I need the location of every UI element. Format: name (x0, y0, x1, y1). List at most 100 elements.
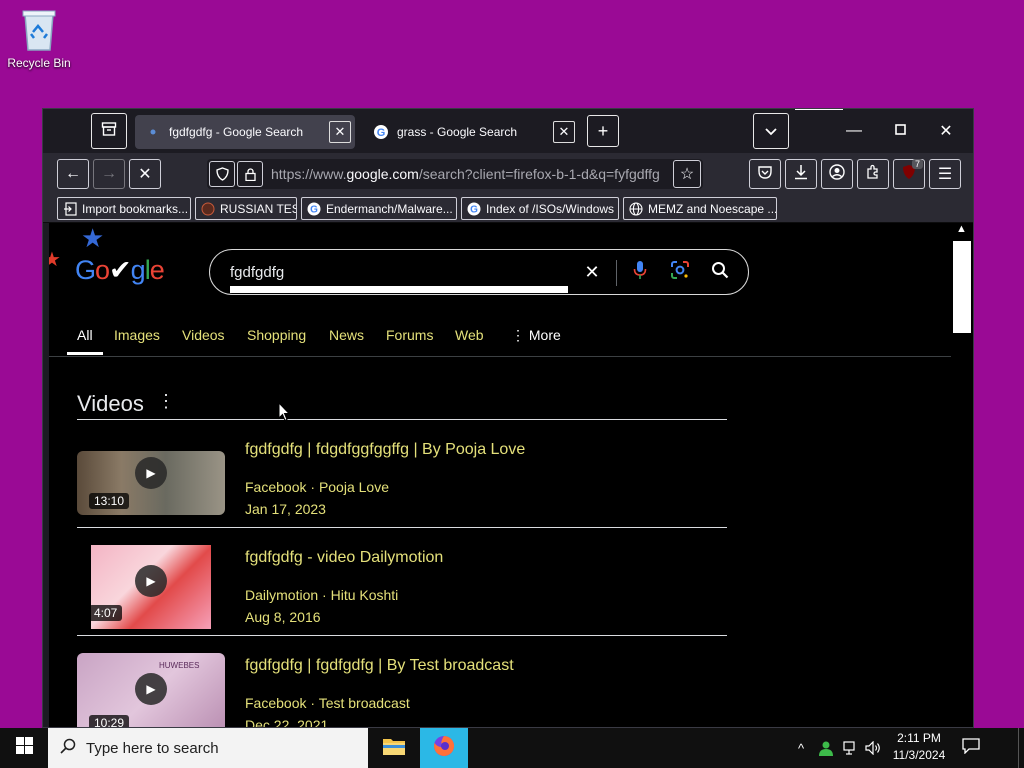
bookmark-isos-windows[interactable]: G Index of /ISOs/Windows (461, 197, 619, 220)
minimize-icon: — (846, 122, 862, 139)
google-favicon-icon: G (373, 124, 389, 140)
taskbar-search-box[interactable]: Type here to search (48, 728, 368, 768)
google-results-page: ★ ★ Go✔gle fgdfgdfg ✕ All Images Videos (49, 223, 951, 727)
search-by-image-button[interactable] (668, 260, 692, 284)
tab-images[interactable]: Images (114, 327, 160, 343)
search-type-tabs: All Images Videos Shopping News Forums W… (49, 321, 951, 357)
bookmark-star-button[interactable]: ☆ (673, 160, 701, 188)
scrollbar-thumb[interactable] (953, 241, 971, 333)
video-result[interactable]: ▶ 13:10 fgdfgdfg | fdgdfggfggffg | By Po… (77, 441, 727, 541)
tab-forums[interactable]: Forums (386, 327, 433, 343)
start-button[interactable] (0, 728, 48, 768)
recycle-bin-shortcut[interactable]: Recycle Bin (4, 8, 74, 70)
lock-icon[interactable] (237, 161, 263, 187)
address-bar[interactable]: https://www.google.com/search?client=fir… (207, 159, 703, 189)
voice-search-button[interactable] (628, 260, 652, 284)
search-input[interactable]: fgdfgdfg (230, 264, 284, 281)
bookmark-endermanch-malware[interactable]: G Endermanch/Malware... (301, 197, 457, 220)
download-icon (794, 164, 808, 185)
bookmark-russian-test[interactable]: RUSSIAN TEST (195, 197, 297, 220)
search-icon (60, 738, 76, 759)
recycle-bin-label: Recycle Bin (7, 56, 71, 70)
new-tab-button[interactable]: + (587, 115, 619, 147)
page-scrollbar[interactable]: ▲ (951, 223, 973, 727)
tab-news[interactable]: News (329, 327, 364, 343)
chevron-down-icon (764, 121, 778, 142)
video-result[interactable]: ▶ 4:07 fgdfgdfg - video Dailymotion Dail… (77, 545, 727, 649)
clear-search-button[interactable]: ✕ (580, 260, 604, 284)
taskbar-search-placeholder: Type here to search (86, 739, 219, 757)
show-hidden-icons-button[interactable]: ^ (790, 728, 812, 768)
play-icon: ▶ (135, 457, 167, 489)
minimize-button[interactable]: — (831, 109, 877, 153)
hamburger-menu-icon: ☰ (937, 166, 953, 183)
svg-text:G: G (310, 204, 318, 215)
video-duration: 4:07 (91, 605, 123, 621)
account-button[interactable] (821, 159, 853, 189)
forward-button[interactable]: → (93, 159, 125, 189)
close-icon: ✕ (329, 121, 351, 143)
more-vert-icon[interactable]: ⋮ (157, 391, 175, 412)
microphone-icon (633, 260, 647, 285)
back-button[interactable]: ← (57, 159, 89, 189)
search-icon (711, 261, 729, 284)
video-title-link[interactable]: fgdfgdfg - video Dailymotion (245, 549, 443, 567)
mouse-pointer-icon (278, 401, 291, 427)
video-thumbnail[interactable]: ▶ 13:10 (77, 451, 225, 515)
close-tab-button[interactable]: ✕ (327, 119, 353, 145)
search-button[interactable] (708, 260, 732, 284)
pocket-button[interactable] (749, 159, 781, 189)
video-result[interactable]: HUWEBES ▶ 10:29 fgdfgdfg | fgdfgdfg | By… (77, 653, 727, 727)
action-center-button[interactable] (956, 728, 986, 768)
network-icon[interactable] (840, 728, 862, 768)
downloads-button[interactable] (785, 159, 817, 189)
stop-loading-button[interactable]: ✕ (129, 159, 161, 189)
show-desktop-button[interactable] (1018, 728, 1024, 768)
tab-all[interactable]: All (77, 327, 93, 343)
video-source: Facebook · Test broadcast (245, 695, 410, 711)
taskbar-firefox[interactable] (420, 728, 468, 768)
search-box[interactable]: fgdfgdfg ✕ (209, 249, 749, 295)
list-all-tabs-button[interactable] (753, 113, 789, 149)
chevron-up-icon[interactable]: ▲ (956, 223, 967, 235)
tab-grass[interactable]: G grass - Google Search (363, 115, 581, 149)
tab-videos[interactable]: Videos (182, 327, 225, 343)
svg-text:G: G (470, 204, 478, 215)
video-date: Aug 8, 2016 (245, 609, 321, 625)
tab-more[interactable]: ⋮ More (511, 327, 561, 344)
star-doodle-icon: ★ (81, 223, 105, 253)
bookmark-import[interactable]: Import bookmarks... (57, 197, 191, 220)
google-doodle-logo[interactable]: Go✔gle (75, 255, 165, 286)
clock-date: 11/3/2024 (892, 748, 946, 762)
plus-icon: + (597, 120, 609, 141)
user-tray-icon[interactable] (814, 728, 838, 768)
tab-shopping[interactable]: Shopping (247, 327, 306, 343)
video-thumbnail[interactable]: ▶ 4:07 (91, 545, 211, 629)
application-menu-button[interactable]: ☰ (929, 159, 961, 189)
bookmark-memz-noescape[interactable]: MEMZ and Noescape ... (623, 197, 777, 220)
taskbar-file-explorer[interactable] (370, 728, 418, 768)
volume-icon[interactable] (862, 728, 884, 768)
chevron-up-icon: ^ (797, 740, 805, 756)
video-thumbnail[interactable]: HUWEBES ▶ 10:29 (77, 653, 225, 727)
close-window-button[interactable]: ✕ (923, 109, 969, 153)
video-date: Jan 17, 2023 (245, 501, 326, 517)
tracking-protection-shield-icon[interactable] (209, 161, 235, 187)
tab-fgdfgdfg[interactable]: fgdfgdfg - Google Search (135, 115, 355, 149)
active-tab-indicator (67, 352, 103, 355)
url-text: https://www.google.com/search?client=fir… (271, 166, 660, 182)
ublock-origin-button[interactable]: 7 (893, 159, 925, 189)
extensions-button[interactable] (857, 159, 889, 189)
windows-logo-icon (15, 737, 33, 759)
video-title-link[interactable]: fgdfgdfg | fdgdfggfggffg | By Pooja Love (245, 441, 525, 459)
close-tab-button[interactable]: ✕ (551, 119, 577, 145)
maximize-button[interactable] (877, 109, 923, 153)
video-title-link[interactable]: fgdfgdfg | fgdfgdfg | By Test broadcast (245, 657, 514, 675)
tab-web[interactable]: Web (455, 327, 484, 343)
archive-icon (101, 121, 117, 142)
videos-section-heading: Videos (77, 391, 144, 416)
section-divider (77, 419, 727, 420)
taskbar-clock[interactable]: 2:11 PM 11/3/2024 (886, 730, 952, 764)
tab-overview-button[interactable] (91, 113, 127, 149)
search-divider (616, 260, 617, 286)
